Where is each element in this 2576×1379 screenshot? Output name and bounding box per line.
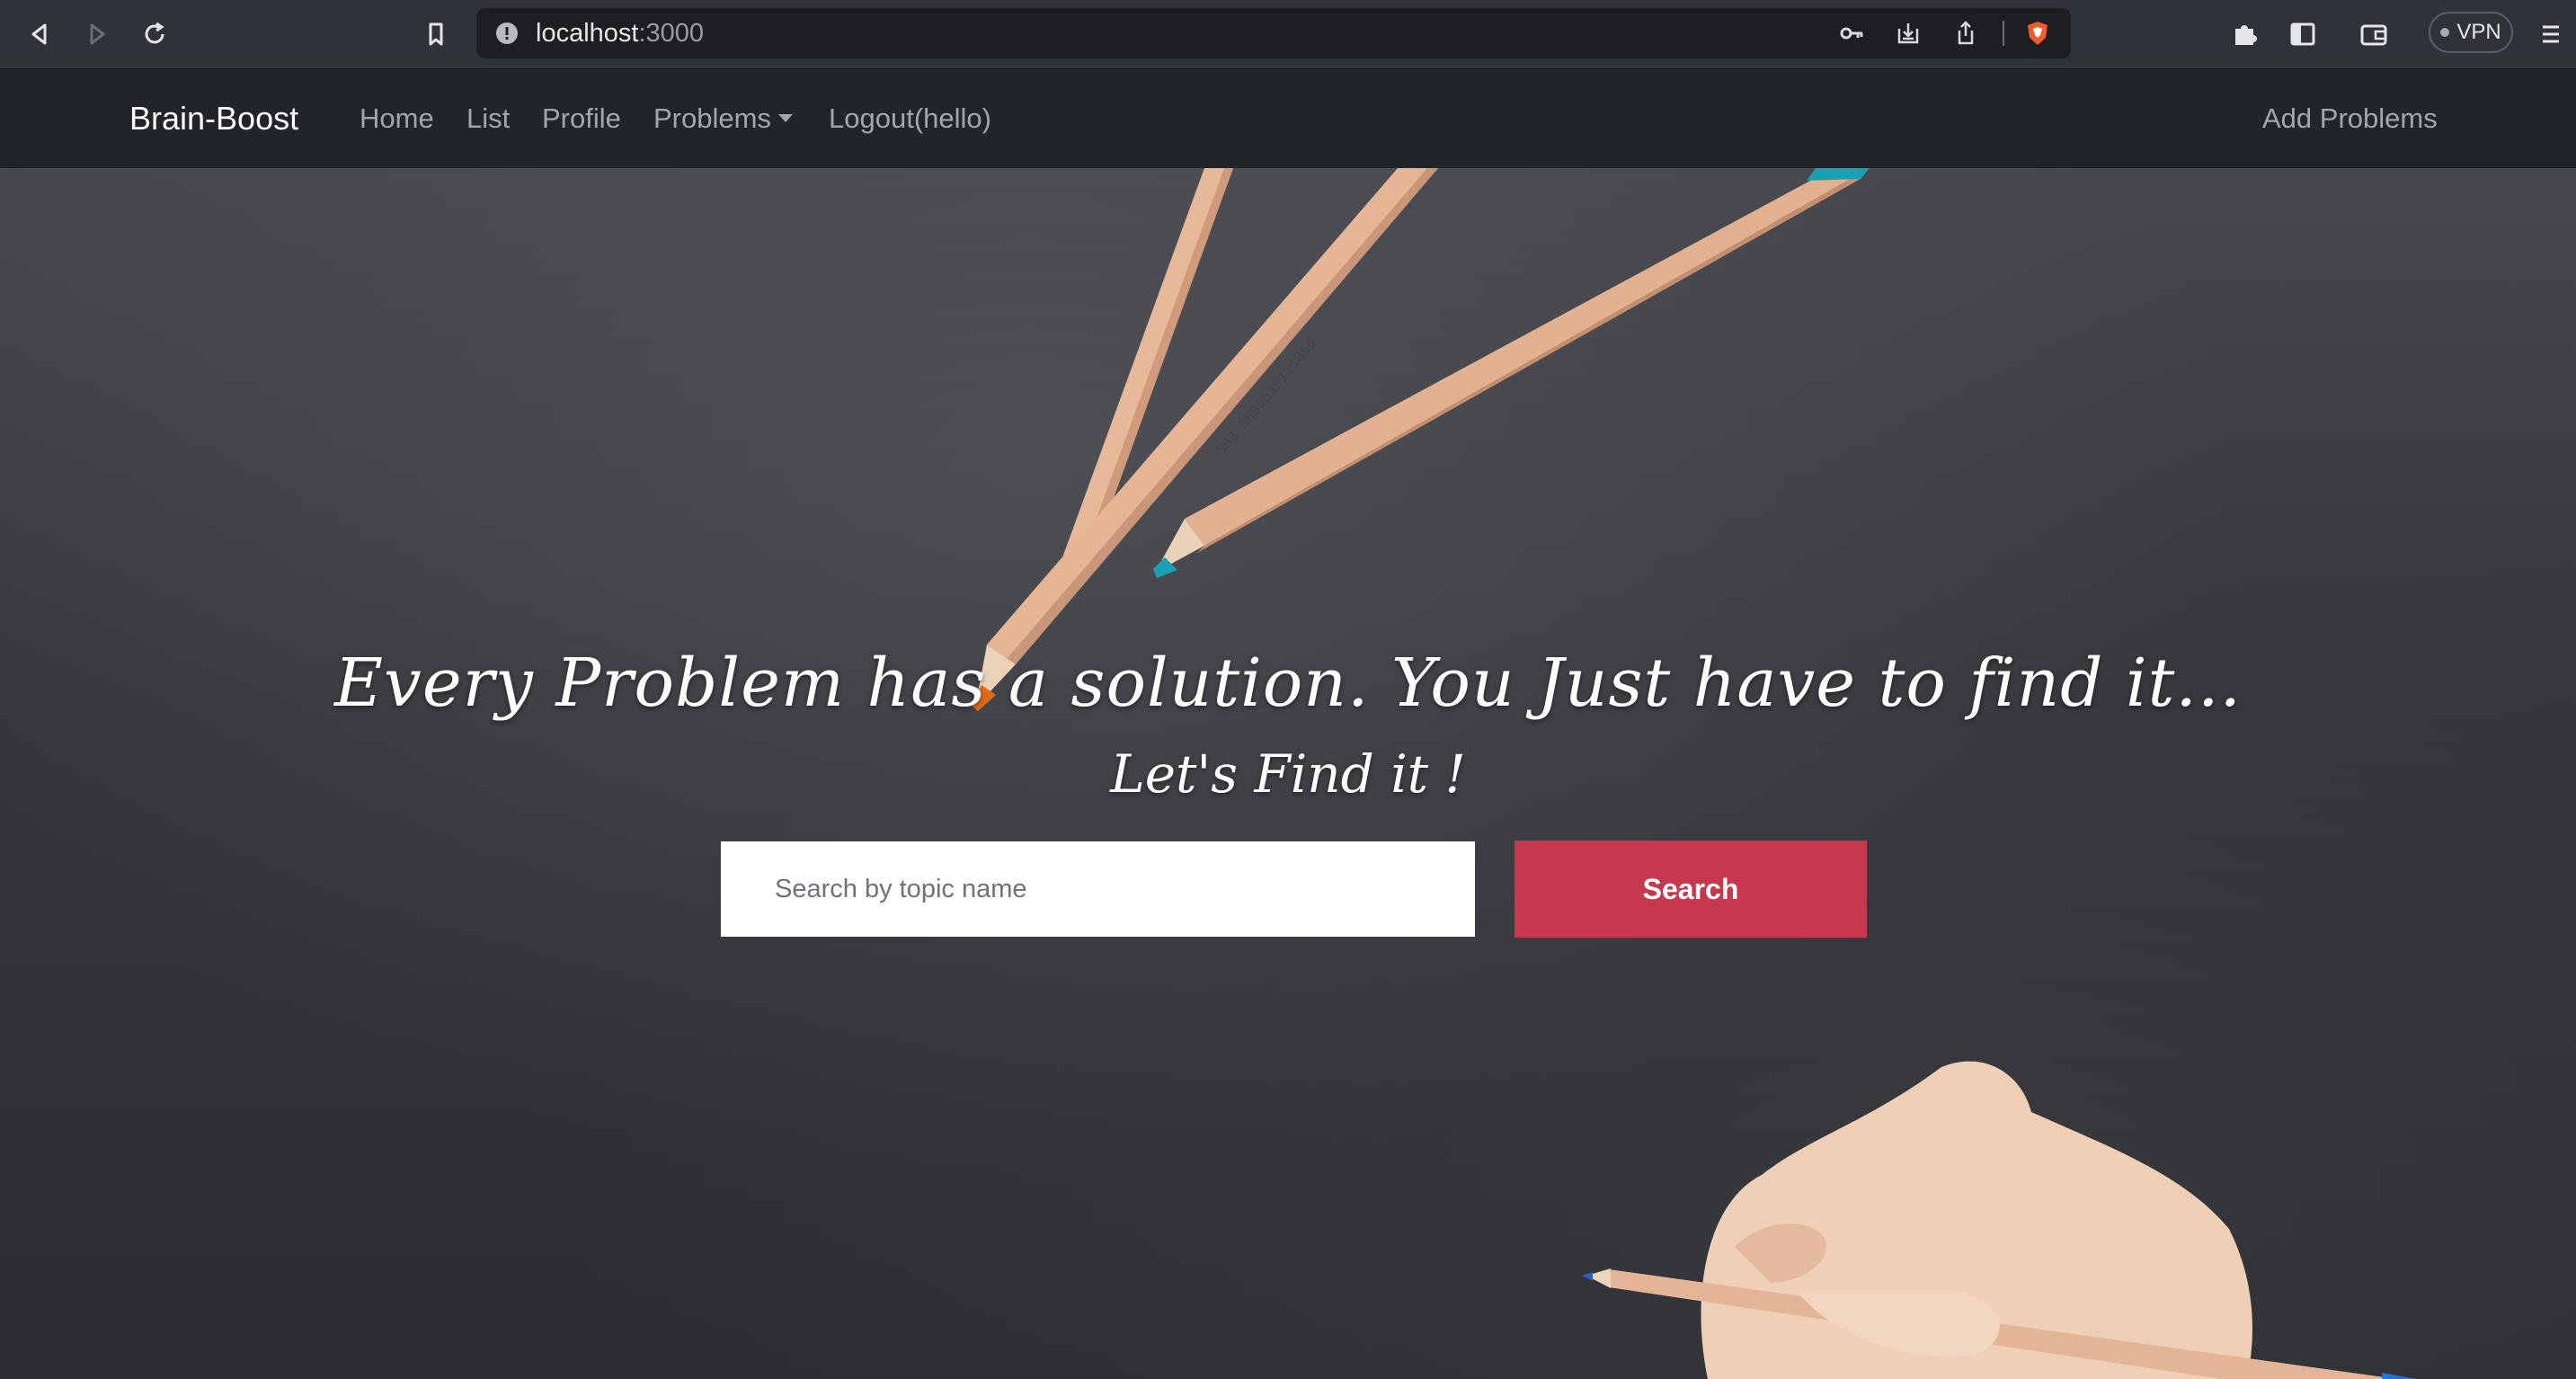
address-bar-divider [2003, 21, 2004, 46]
menu-icon[interactable] [2533, 16, 2569, 52]
brave-shield-icon[interactable] [2024, 20, 2051, 47]
nav-logout[interactable]: Logout(hello) [829, 102, 991, 135]
search-input[interactable] [721, 841, 1475, 937]
page-content: Brain-Boost Home List Profile Problems L… [0, 69, 2576, 1379]
nav-profile[interactable]: Profile [542, 102, 621, 135]
vpn-button[interactable]: VPN [2429, 12, 2513, 53]
forward-icon[interactable] [79, 16, 115, 52]
nav-list[interactable]: List [466, 102, 510, 135]
hero-subheadline: Let's Find it ! [1110, 743, 1466, 805]
brand-logo[interactable]: Brain-Boost [129, 100, 298, 138]
hero-section: 303 8595539111856 Every Problem has a so… [0, 168, 2576, 1379]
nav-problems-label: Problems [653, 102, 771, 134]
nav-add-problems[interactable]: Add Problems [2262, 102, 2438, 135]
site-info-icon[interactable] [494, 21, 520, 46]
hero-headline: Every Problem has a solution. You Just h… [334, 645, 2242, 722]
browser-toolbar: localhost:3000 VPN [0, 0, 2576, 69]
reload-icon[interactable] [137, 16, 173, 52]
url-port: :3000 [638, 19, 705, 48]
hand-image [1582, 1061, 2417, 1379]
navbar: Brain-Boost Home List Profile Problems L… [0, 69, 2576, 168]
chevron-down-icon [777, 114, 793, 123]
back-icon[interactable] [22, 16, 58, 52]
vpn-label: VPN [2456, 20, 2501, 44]
wallet-icon[interactable] [2356, 16, 2392, 52]
share-icon[interactable] [1952, 20, 1979, 47]
bookmark-icon[interactable] [418, 16, 454, 52]
search-button[interactable]: Search [1515, 841, 1867, 938]
url-host: localhost [536, 19, 639, 48]
sidebar-icon[interactable] [2285, 16, 2321, 52]
vpn-status-dot [2440, 28, 2450, 37]
install-icon[interactable] [1895, 20, 1922, 47]
address-bar[interactable]: localhost:3000 [476, 8, 2071, 58]
extensions-icon[interactable] [2226, 16, 2262, 52]
key-icon[interactable] [1838, 20, 1865, 47]
url-text[interactable]: localhost:3000 [536, 19, 704, 49]
nav-home[interactable]: Home [360, 102, 434, 135]
nav-problems-dropdown[interactable]: Problems [653, 102, 793, 135]
